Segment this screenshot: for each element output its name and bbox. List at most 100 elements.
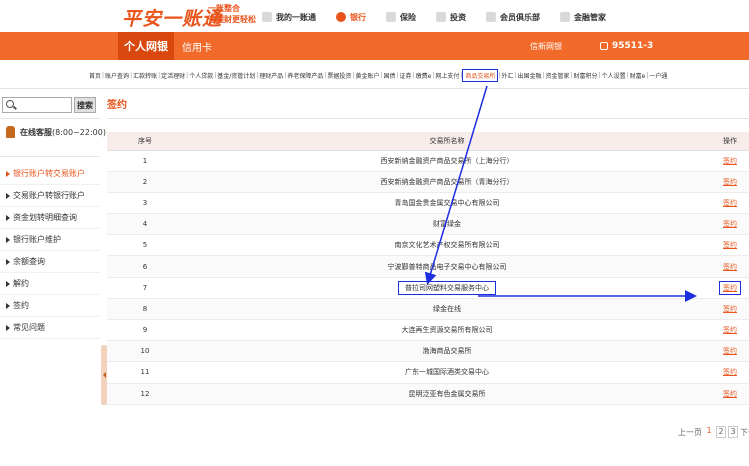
table-row: 2 西安新纳金融资产商品交易所（青海分行） 签约: [107, 171, 749, 193]
subnav-item[interactable]: 商品交易所: [462, 68, 499, 82]
subnav-item[interactable]: 账户查询: [104, 71, 130, 80]
subnav-item[interactable]: 汇款转账: [132, 71, 158, 80]
sidebar-item[interactable]: 常见问题: [0, 317, 100, 339]
sign-link[interactable]: 签约: [723, 220, 737, 228]
topnav-club[interactable]: 会员俱乐部: [486, 12, 540, 23]
sign-link[interactable]: 签约: [723, 368, 737, 376]
sign-link[interactable]: 签约: [723, 199, 737, 207]
home-icon: [262, 12, 272, 22]
cell-name: 绿金在线: [183, 298, 711, 321]
divider: [0, 88, 749, 89]
steward-icon: [560, 12, 570, 22]
table-row: 6 宁波鄞普特商品电子交易中心有限公司 签约: [107, 255, 749, 278]
sidebar-item[interactable]: 签约: [0, 295, 100, 317]
phone-icon: [600, 42, 608, 50]
table-row: 10 渤海商品交易所 签约: [107, 340, 749, 363]
subnav-item[interactable]: 个人设置: [601, 71, 627, 80]
subnav-item[interactable]: 财富e: [629, 71, 647, 80]
subnav-item[interactable]: 网上支付: [434, 71, 460, 80]
topnav-invest[interactable]: 投资: [436, 12, 466, 23]
next-page-link[interactable]: 下一: [740, 427, 749, 438]
sidebar-item-label: 银行账户转交易账户: [13, 169, 85, 178]
sign-link[interactable]: 签约: [723, 390, 737, 398]
page-number[interactable]: 2: [716, 426, 726, 438]
subnav-item[interactable]: 黄金账户: [354, 71, 380, 80]
page-number[interactable]: 3: [728, 426, 738, 438]
sign-link[interactable]: 签约: [723, 178, 737, 186]
subnav-item[interactable]: 缴费e: [415, 71, 433, 80]
subnav-item[interactable]: 资金管家: [545, 71, 571, 80]
sign-link[interactable]: 签约: [723, 347, 737, 355]
table-row: 5 南京文化艺术产权交易所有限公司 签约: [107, 234, 749, 257]
prev-page-link[interactable]: 上一页: [678, 427, 702, 438]
exchange-name: 西安新纳金融资产商品交易所（上海分行）: [380, 156, 514, 165]
cell-name: 南京文化艺术产权交易所有限公司: [183, 234, 711, 257]
table-row: 9 大连再生资源交易所有限公司 签约: [107, 319, 749, 342]
subnav-item[interactable]: 基金/资管计划: [216, 71, 256, 80]
cell-no: 5: [107, 234, 183, 257]
exchange-name: 昆明泛亚有色金属交易所: [408, 389, 486, 398]
subnav-item[interactable]: 个人贷款: [188, 71, 214, 80]
cell-name: 普拉司网塑料交易服务中心: [183, 277, 711, 299]
cell-name: 财富绿金: [183, 213, 711, 236]
cell-no: 2: [107, 171, 183, 193]
sidebar-item-label: 解约: [13, 279, 29, 288]
cell-op: 签约: [711, 361, 749, 384]
online-service[interactable]: 在线客服 (8:00~22:00): [6, 126, 106, 138]
page-number[interactable]: 1: [704, 426, 714, 438]
subnav-item[interactable]: 国债: [382, 71, 396, 80]
exchange-name: 渤海商品交易所: [422, 347, 472, 356]
topnav-insurance[interactable]: 保险: [386, 12, 416, 23]
subnav-item[interactable]: 外汇: [500, 71, 514, 80]
sidebar-item[interactable]: 银行账户维护: [0, 229, 100, 251]
sign-link[interactable]: 签约: [723, 241, 737, 249]
search-button[interactable]: 搜索: [74, 97, 96, 113]
divider: [0, 156, 100, 157]
exchange-table: 序号 交易所名称 操作 1 西安新纳金融资产商品交易所（上海分行） 签约 2 西安新纳金…: [107, 132, 749, 405]
table-row: 7 普拉司网塑料交易服务中心 签约: [107, 277, 749, 299]
cell-name: 西安新纳金融资产商品交易所（上海分行）: [183, 150, 711, 172]
news-link[interactable]: 信新网银: [530, 32, 562, 60]
sidebar-item[interactable]: 银行账户转交易账户: [0, 163, 100, 185]
sign-link[interactable]: 签约: [723, 157, 737, 165]
sidebar-item-label: 余额查询: [13, 257, 45, 266]
tab-credit-card[interactable]: 信用卡: [182, 32, 212, 60]
divider: [0, 118, 100, 119]
exchange-name: 青岛国金贵金属交易中心有限公司: [394, 198, 500, 207]
sign-link[interactable]: 签约: [723, 305, 737, 313]
cell-op: 签约: [711, 340, 749, 363]
subnav-item[interactable]: 理财产品: [258, 71, 284, 80]
pagination: 上一页123下一: [678, 426, 749, 438]
subnav-item[interactable]: 财富积分: [573, 71, 599, 80]
sidebar-item[interactable]: 解约: [0, 273, 100, 295]
cell-no: 1: [107, 150, 183, 172]
sign-link[interactable]: 签约: [723, 326, 737, 334]
subnav-item[interactable]: 首页: [88, 71, 102, 80]
table-row: 1 西安新纳金融资产商品交易所（上海分行） 签约: [107, 150, 749, 172]
sidebar-item-label: 银行账户维护: [13, 235, 61, 244]
sidebar-item[interactable]: 资金划转明细查询: [0, 207, 100, 229]
topnav-steward[interactable]: 金融管家: [560, 12, 606, 23]
subnav-item[interactable]: 出国金融: [516, 71, 542, 80]
top-header: 平安一账通 一账整合 让理财更轻松 我的一账通 银行 保险 投资 会员俱乐部 金…: [0, 0, 749, 32]
column-header-op: 操作: [711, 132, 749, 151]
bank-icon: [336, 12, 346, 22]
subnav-item[interactable]: 定活理财: [160, 71, 186, 80]
sidebar-item[interactable]: 交易账户转银行账户: [0, 185, 100, 207]
sign-link[interactable]: 签约: [723, 263, 737, 271]
subnav-item[interactable]: 养老保障产品: [286, 71, 324, 80]
subnav-item[interactable]: 证券: [399, 71, 413, 80]
topnav-bank[interactable]: 银行: [336, 12, 366, 23]
subnav-item[interactable]: 一户通: [648, 71, 668, 80]
exchange-name: 广东一城国际酒类交易中心: [405, 368, 489, 377]
subnav-item[interactable]: 票据投资: [326, 71, 352, 80]
tab-personal-banking[interactable]: 个人网银: [118, 32, 174, 60]
sidebar-item-label: 常见问题: [13, 323, 45, 332]
sign-link[interactable]: 签约: [719, 280, 741, 295]
topnav-my-account[interactable]: 我的一账通: [262, 12, 316, 23]
sidebar-item[interactable]: 余额查询: [0, 251, 100, 273]
slogan: 一账整合 让理财更轻松: [208, 3, 256, 25]
search-input[interactable]: [2, 97, 72, 113]
chevron-right-icon: [6, 280, 10, 287]
logo[interactable]: 平安一账通: [122, 4, 222, 31]
